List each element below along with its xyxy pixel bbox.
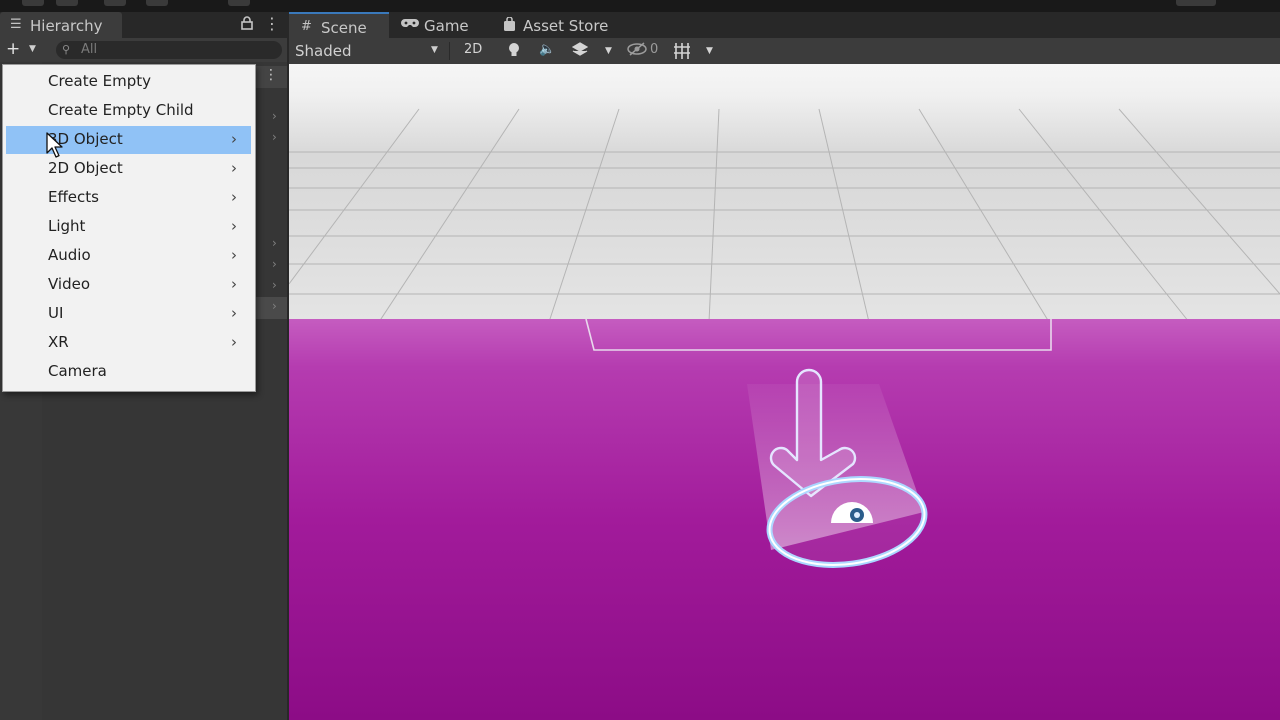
menu-item-video[interactable]: Video › (6, 271, 251, 299)
menu-item-create-empty-child[interactable]: Create Empty Child (6, 97, 251, 125)
top-tool-button[interactable] (1176, 0, 1216, 6)
chevron-down-icon[interactable]: ▼ (29, 44, 36, 54)
chevron-right-icon: › (231, 130, 237, 148)
top-tool-button[interactable] (56, 0, 78, 6)
kebab-icon[interactable]: ⋮ (264, 14, 280, 33)
menu-item-label: XR (48, 333, 69, 351)
cursor-arrow-icon (46, 132, 63, 158)
plus-icon[interactable]: + (6, 39, 20, 59)
scene-render (289, 64, 1280, 720)
search-icon: ⚲ (62, 43, 71, 56)
skybox (289, 64, 1280, 324)
menu-item-3d-object[interactable]: 3D Object › (6, 126, 251, 154)
search-input[interactable]: ⚲ All (56, 41, 282, 59)
chevron-right-icon: › (231, 333, 237, 351)
scene-tab-bar: # Scene Game Asset Store (289, 12, 1280, 38)
tab-hierarchy[interactable]: ☰ Hierarchy (0, 12, 122, 38)
top-tool-button[interactable] (22, 0, 44, 6)
eye-hidden-icon[interactable] (627, 42, 647, 60)
chevron-right-icon[interactable]: › (272, 130, 277, 144)
tab-label: Asset Store (523, 17, 609, 35)
chevron-down-icon[interactable]: ▼ (605, 46, 612, 56)
menu-item-label: Video (48, 275, 91, 293)
chevron-right-icon[interactable]: › (272, 299, 277, 313)
gamepad-icon (401, 17, 419, 33)
menu-item-audio[interactable]: Audio › (6, 242, 251, 270)
tab-game[interactable]: Game (399, 12, 489, 38)
menu-item-create-empty[interactable]: Create Empty (6, 68, 251, 96)
top-tool-button[interactable] (146, 0, 168, 6)
tab-label: Game (424, 17, 469, 35)
hierarchy-tab-bar: ☰ Hierarchy ⋮ (0, 12, 287, 38)
menu-item-label: Effects (48, 188, 99, 206)
grid-icon[interactable] (673, 42, 691, 64)
tab-asset-store[interactable]: Asset Store (501, 12, 631, 38)
menu-item-label: UI (48, 304, 64, 322)
kebab-icon[interactable]: ⋮ (264, 67, 278, 83)
chevron-right-icon[interactable]: › (272, 278, 277, 292)
menu-item-xr[interactable]: XR › (6, 329, 251, 357)
menu-item-light[interactable]: Light › (6, 213, 251, 241)
menu-item-2d-object[interactable]: 2D Object › (6, 155, 251, 183)
chevron-right-icon: › (231, 246, 237, 264)
scene-toolbar: Shaded ▼ 2D 🔈 ▼ 0 ▼ (289, 38, 1280, 64)
menu-item-label: Create Empty Child (48, 101, 194, 119)
shading-mode-value: Shaded (295, 42, 352, 60)
create-context-menu: Create Empty Create Empty Child 3D Objec… (2, 64, 256, 392)
chevron-down-icon: ▼ (431, 45, 438, 55)
hierarchy-row-selected[interactable] (255, 297, 287, 319)
hierarchy-title: Hierarchy (30, 17, 103, 35)
scene-hash-icon: # (301, 19, 312, 34)
chevron-right-icon: › (231, 217, 237, 235)
chevron-right-icon: › (231, 275, 237, 293)
menu-item-label: Audio (48, 246, 91, 264)
tab-scene[interactable]: # Scene (289, 12, 389, 38)
fx-icon[interactable] (571, 42, 589, 62)
menu-item-ui[interactable]: UI › (6, 300, 251, 328)
chevron-down-icon[interactable]: ▼ (706, 46, 713, 56)
chevron-right-icon[interactable]: › (272, 257, 277, 271)
chevron-right-icon: › (231, 188, 237, 206)
scene-viewport[interactable] (289, 64, 1280, 720)
hierarchy-toolbar: + ▼ ⚲ All (0, 38, 287, 62)
chevron-right-icon[interactable]: › (272, 109, 277, 123)
toggle-2d-button[interactable]: 2D (464, 42, 482, 57)
menu-item-camera[interactable]: Camera (6, 358, 251, 386)
top-toolbar-strip (0, 0, 1280, 12)
top-tool-button[interactable] (228, 0, 250, 6)
menu-item-label: Light (48, 217, 86, 235)
toolbar-divider (449, 42, 450, 60)
menu-item-label: Create Empty (48, 72, 151, 90)
search-placeholder: All (81, 42, 98, 57)
chevron-right-icon[interactable]: › (272, 236, 277, 250)
lock-icon[interactable] (241, 16, 253, 34)
top-tool-button[interactable] (104, 0, 126, 6)
menu-item-effects[interactable]: Effects › (6, 184, 251, 212)
hamburger-icon: ☰ (10, 17, 22, 32)
menu-item-label: 2D Object (48, 159, 123, 177)
menu-item-label: Camera (48, 362, 107, 380)
audio-icon[interactable]: 🔈 (539, 42, 555, 57)
bag-icon (503, 16, 516, 35)
light-bulb-icon[interactable] (508, 42, 520, 62)
hidden-count: 0 (650, 42, 659, 57)
chevron-right-icon: › (231, 159, 237, 177)
tab-label: Scene (321, 19, 367, 37)
chevron-right-icon: › (231, 304, 237, 322)
